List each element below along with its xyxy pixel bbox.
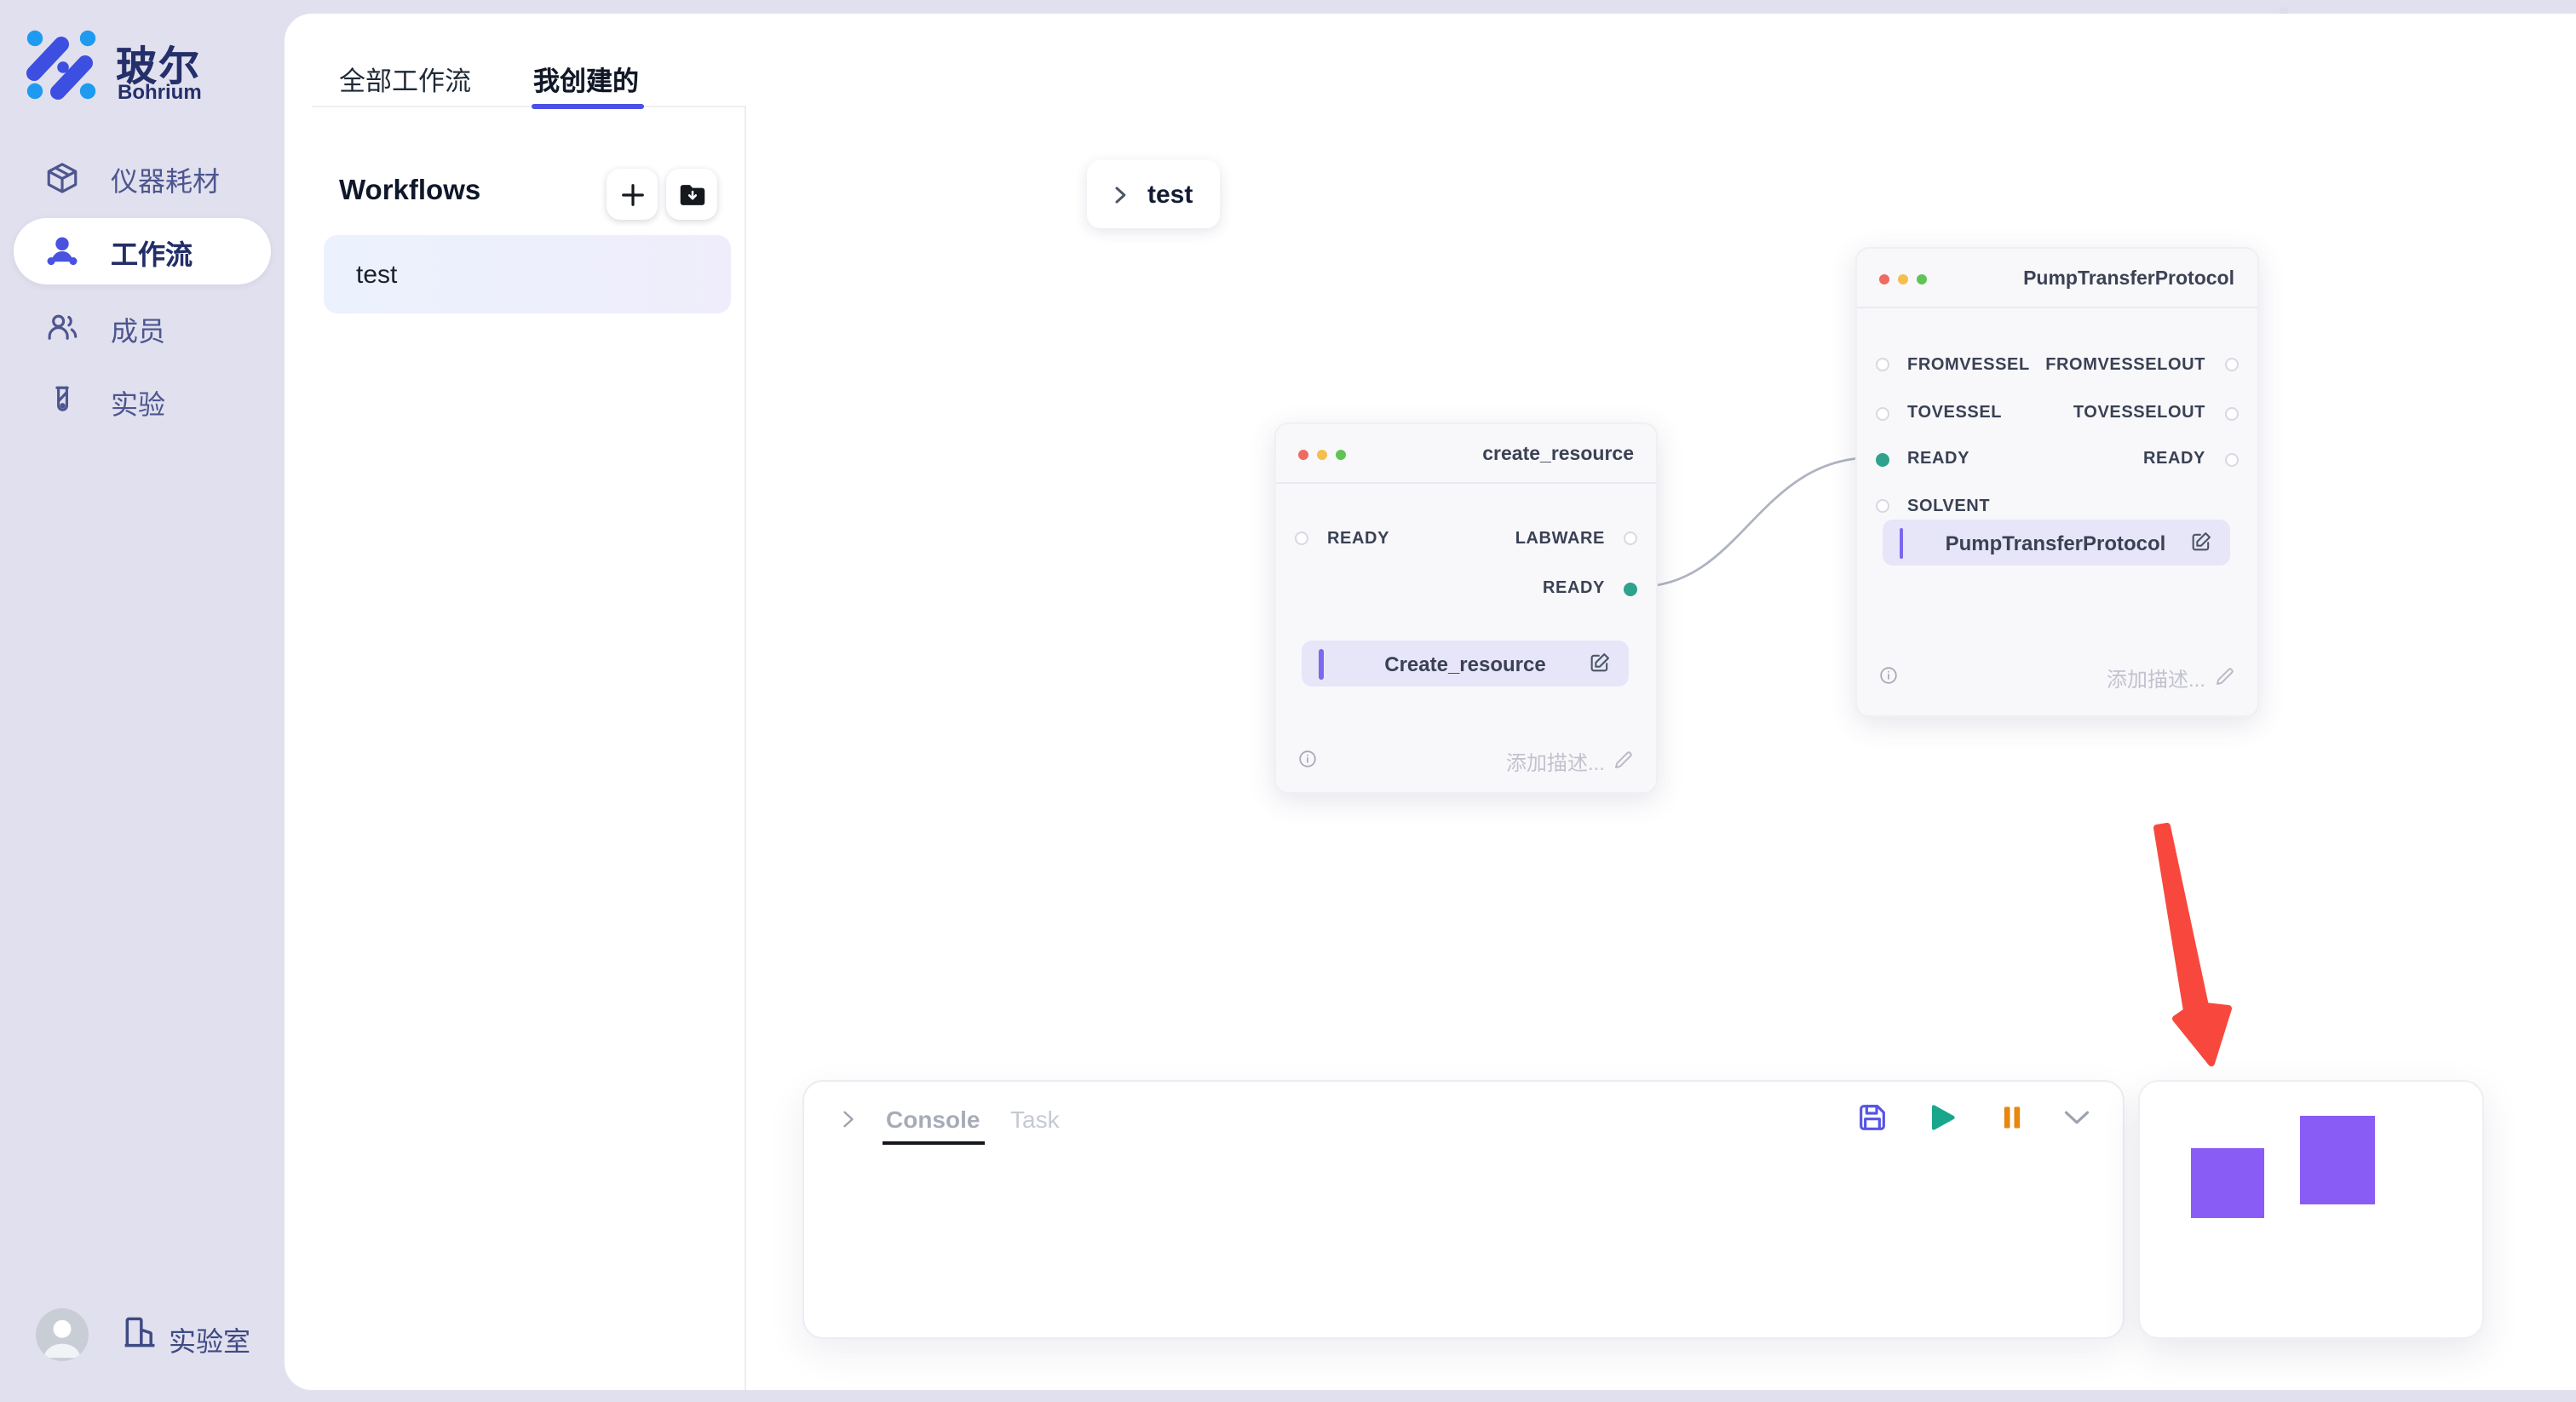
members-icon (44, 310, 80, 346)
port-ready-out[interactable]: READY (1543, 577, 1637, 600)
port-circle-filled[interactable] (1624, 582, 1637, 595)
pause-icon[interactable] (1995, 1100, 2029, 1135)
port-circle[interactable] (2224, 452, 2238, 466)
traffic-dot-red (1298, 450, 1308, 460)
building-icon (121, 1313, 158, 1351)
person-icon (36, 1308, 89, 1361)
traffic-dot-green (1336, 450, 1346, 460)
breadcrumb[interactable]: test (1086, 160, 1219, 228)
description-placeholder[interactable]: 添加描述... (1506, 748, 1605, 777)
description-placeholder[interactable]: 添加描述... (2107, 664, 2205, 692)
port-tovesselout[interactable]: TOVESSELOUT (2073, 401, 2238, 425)
tab-all-workflows[interactable]: 全部工作流 (339, 61, 471, 99)
box-icon (44, 160, 80, 196)
port-circle[interactable] (1875, 499, 1889, 513)
brand-name-en: Bohrium (118, 80, 202, 104)
bohrium-logo-icon (26, 29, 97, 101)
node-header: create_resource (1276, 424, 1656, 484)
sidebar-item-workflow[interactable]: 工作流 (14, 218, 271, 284)
tabs-divider (312, 106, 745, 107)
minimap[interactable] (2138, 1080, 2484, 1339)
port-fromvesselout[interactable]: FROMVESSELOUT (2045, 353, 2238, 376)
port-circle[interactable] (1875, 406, 1889, 420)
tab-my-created[interactable]: 我创建的 (533, 61, 639, 99)
edit-icon[interactable] (2188, 530, 2212, 554)
traffic-dot-red (1878, 273, 1889, 284)
traffic-dot-green (1916, 273, 1926, 284)
port-circle[interactable] (2224, 406, 2238, 420)
chevron-right-icon (1108, 183, 1130, 205)
pill-label: PumpTransferProtocol (1882, 531, 2229, 555)
console-tab-underline (883, 1141, 985, 1145)
brand: 玻尔 Bohrium (26, 27, 264, 102)
sidebar: 玻尔 Bohrium 仪器耗材 工作流 (0, 0, 285, 1402)
workflow-icon (44, 233, 80, 269)
add-workflow-button[interactable] (607, 169, 658, 220)
pencil-icon[interactable] (2214, 665, 2234, 686)
sidebar-item-label: 仪器耗材 (111, 158, 220, 198)
node-title: create_resource (1482, 445, 1634, 465)
port-ready-in[interactable]: READY (1875, 447, 1969, 471)
node-description-row: 添加描述... (1276, 746, 1656, 772)
sidebar-item-label: 工作流 (111, 231, 193, 272)
port-circle-filled[interactable] (1875, 452, 1889, 466)
app-root: 玻尔 Bohrium 仪器耗材 工作流 (0, 0, 2576, 1402)
info-icon[interactable] (1878, 665, 1897, 684)
pill-label: Create_resource (1302, 652, 1629, 676)
node-pump-transfer-protocol[interactable]: PumpTransferProtocol FROMVESSEL TOVESSEL… (1854, 246, 2258, 716)
pencil-icon[interactable] (1613, 750, 1634, 770)
node-action-pill[interactable]: PumpTransferProtocol (1882, 520, 2229, 566)
port-solvent[interactable]: SOLVENT (1875, 494, 1990, 518)
edit-icon[interactable] (1588, 651, 1612, 675)
port-circle[interactable] (1875, 358, 1889, 371)
import-workflow-button[interactable] (666, 169, 717, 220)
minimap-node-create-resource (2191, 1148, 2264, 1218)
lab-name[interactable]: 实验室 (169, 1319, 250, 1359)
folder-download-icon (676, 178, 708, 210)
port-circle[interactable] (2224, 358, 2238, 371)
workflow-item-name: test (356, 260, 397, 289)
sidebar-item-label: 实验 (111, 381, 165, 422)
sidebar-item-experiments[interactable]: 实验 (14, 368, 271, 434)
workflows-title: Workflows (339, 175, 480, 208)
node-title: PumpTransferProtocol (2023, 268, 2234, 289)
port-circle[interactable] (1624, 531, 1637, 545)
chevron-down-icon[interactable] (2060, 1100, 2094, 1135)
tab-console[interactable]: Console (886, 1106, 980, 1133)
info-icon[interactable] (1298, 750, 1317, 768)
port-fromvessel[interactable]: FROMVESSEL (1875, 353, 2030, 376)
port-labware-out[interactable]: LABWARE (1515, 526, 1637, 550)
node-create-resource[interactable]: create_resource READY LABWARE READY Crea… (1274, 422, 1658, 794)
collapse-chevron-icon[interactable] (838, 1109, 859, 1129)
node-description-row: 添加描述... (1856, 662, 2257, 687)
avatar[interactable] (36, 1308, 89, 1361)
sidebar-item-instruments[interactable]: 仪器耗材 (14, 145, 271, 211)
port-ready-out[interactable]: READY (2143, 447, 2238, 471)
minimap-node-pump-transfer (2300, 1116, 2375, 1204)
console-panel: Console Task (802, 1080, 2125, 1339)
traffic-dot-yellow (1317, 450, 1327, 460)
port-circle[interactable] (1295, 531, 1308, 545)
traffic-dot-yellow (1897, 273, 1907, 284)
sidebar-item-label: 成员 (111, 307, 165, 348)
sidebar-footer: 实验室 (0, 1303, 285, 1371)
active-tab-underline (532, 103, 644, 108)
sidebar-item-members[interactable]: 成员 (14, 295, 271, 361)
node-header: PumpTransferProtocol (1856, 248, 2257, 307)
port-ready-in[interactable]: READY (1295, 526, 1389, 550)
tab-task[interactable]: Task (1010, 1106, 1060, 1133)
page-bottom-gap (285, 1390, 2576, 1402)
node-action-pill[interactable]: Create_resource (1302, 641, 1629, 687)
plus-icon (619, 181, 645, 207)
play-icon[interactable] (1925, 1100, 1959, 1135)
port-tovessel[interactable]: TOVESSEL (1875, 401, 2002, 425)
breadcrumb-label: test (1147, 180, 1193, 209)
workflow-list-item[interactable]: test (324, 235, 731, 313)
save-icon[interactable] (1855, 1100, 1889, 1135)
test-tube-icon (44, 383, 80, 419)
